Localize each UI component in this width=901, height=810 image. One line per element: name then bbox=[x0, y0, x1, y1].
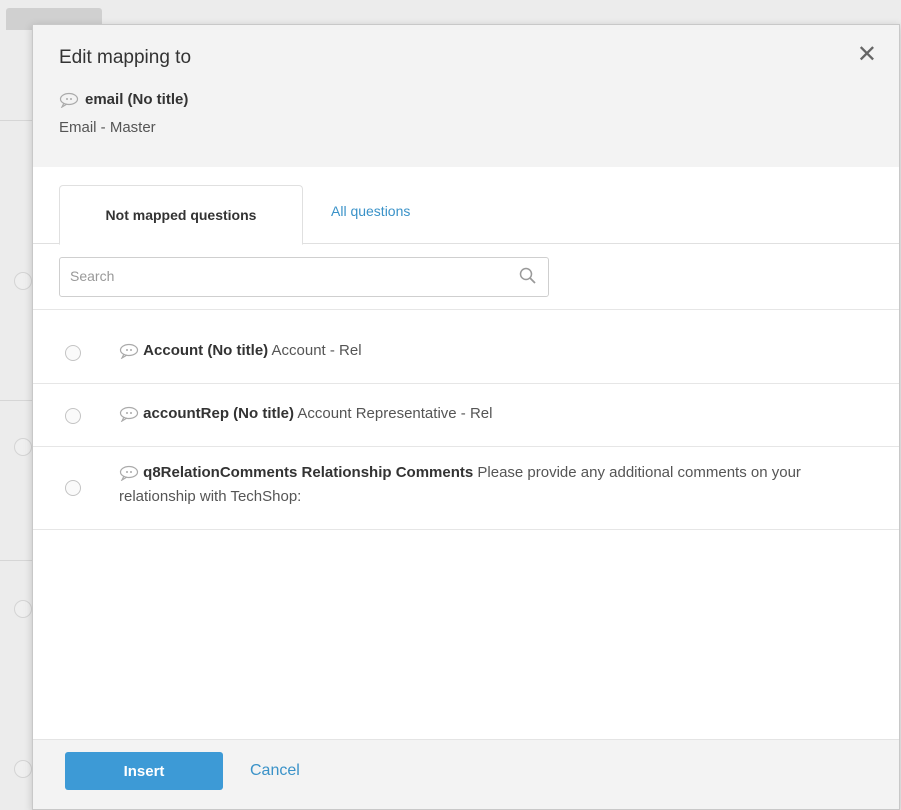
insert-button[interactable]: Insert bbox=[65, 752, 223, 790]
cancel-link[interactable]: Cancel bbox=[250, 762, 300, 780]
search-icon[interactable] bbox=[518, 266, 538, 286]
search-input[interactable] bbox=[60, 258, 520, 294]
background-divider bbox=[0, 120, 32, 121]
chat-bubble-icon bbox=[59, 92, 79, 108]
divider bbox=[33, 309, 899, 310]
tab-not-mapped-questions[interactable]: Not mapped questions bbox=[59, 185, 303, 245]
question-name: Account (No title) bbox=[143, 342, 269, 359]
target-name: email (No title) bbox=[85, 91, 189, 108]
dialog-footer: Insert Cancel bbox=[33, 739, 899, 809]
target-subtitle: Email - Master bbox=[59, 119, 156, 136]
tab-bar: Not mapped questions All questions bbox=[33, 167, 899, 245]
list-item[interactable]: Account (No title) Account - Rel bbox=[33, 321, 899, 384]
background-divider bbox=[0, 400, 32, 401]
chat-bubble-icon bbox=[119, 465, 139, 482]
dialog-header: Edit mapping to ✕ email (No title) Email… bbox=[33, 25, 899, 167]
background-radio bbox=[14, 760, 32, 778]
tab-all-questions[interactable]: All questions bbox=[331, 203, 410, 219]
list-item[interactable]: q8RelationComments Relationship Comments… bbox=[33, 447, 899, 530]
close-icon[interactable]: ✕ bbox=[857, 43, 877, 67]
background-divider bbox=[0, 560, 32, 561]
background-radio bbox=[14, 438, 32, 456]
question-text: accountRep (No title) Account Representa… bbox=[119, 402, 879, 426]
question-name: q8RelationComments Relationship Comments bbox=[143, 464, 474, 481]
background-radio bbox=[14, 272, 32, 290]
question-desc: Account Representative - Rel bbox=[297, 405, 493, 422]
question-desc: Account - Rel bbox=[271, 342, 362, 359]
list-item[interactable]: accountRep (No title) Account Representa… bbox=[33, 384, 899, 447]
question-radio[interactable] bbox=[65, 345, 81, 361]
chat-bubble-icon bbox=[119, 343, 139, 360]
background-radio bbox=[14, 600, 32, 618]
question-text: Account (No title) Account - Rel bbox=[119, 339, 879, 363]
question-text: q8RelationComments Relationship Comments… bbox=[119, 461, 879, 509]
search-box bbox=[59, 257, 549, 297]
edit-mapping-dialog: Edit mapping to ✕ email (No title) Email… bbox=[32, 24, 900, 810]
question-name: accountRep (No title) bbox=[143, 405, 295, 422]
question-radio[interactable] bbox=[65, 408, 81, 424]
question-radio[interactable] bbox=[65, 480, 81, 496]
mapping-target: email (No title) bbox=[59, 91, 188, 108]
dialog-title: Edit mapping to bbox=[59, 47, 192, 68]
question-list: Account (No title) Account - Rel account… bbox=[33, 321, 899, 530]
chat-bubble-icon bbox=[119, 406, 139, 423]
